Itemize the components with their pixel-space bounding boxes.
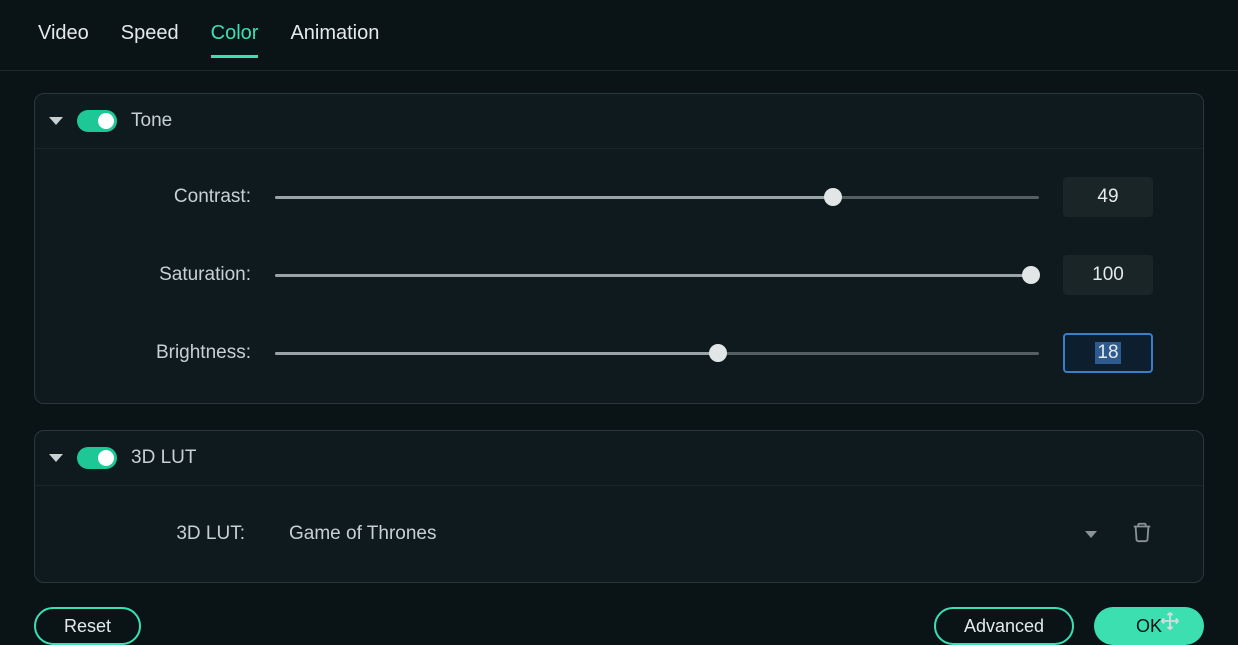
tone-body: Contrast: 49 Saturation: 100 Brightness:… [35,149,1203,403]
tone-header: Tone [35,94,1203,149]
lut-selected-value: Game of Thrones [289,523,437,545]
lut-toggle[interactable] [77,447,117,469]
tone-title: Tone [131,110,172,132]
contrast-thumb[interactable] [824,188,842,206]
tab-speed[interactable]: Speed [121,22,179,58]
saturation-thumb[interactable] [1022,266,1040,284]
chevron-down-icon [1085,531,1097,538]
lut-body: 3D LUT: Game of Thrones [35,486,1203,582]
brightness-thumb[interactable] [709,344,727,362]
brightness-value[interactable]: 18 [1063,333,1153,373]
footer: Reset Advanced OK [0,583,1238,645]
lut-title: 3D LUT [131,447,196,469]
ok-button[interactable]: OK [1094,607,1204,645]
saturation-value[interactable]: 100 [1063,255,1153,295]
lut-panel: 3D LUT 3D LUT: Game of Thrones [34,430,1204,583]
tone-panel: Tone Contrast: 49 Saturation: 100 Bright… [34,93,1204,404]
contrast-label: Contrast: [85,186,275,208]
tab-animation[interactable]: Animation [290,22,379,58]
saturation-label: Saturation: [85,264,275,286]
tab-video[interactable]: Video [38,22,89,58]
trash-icon[interactable] [1131,521,1153,548]
chevron-down-icon[interactable] [49,454,63,462]
lut-select[interactable]: Game of Thrones [275,514,1111,554]
brightness-row: Brightness: 18 [85,333,1153,373]
contrast-value[interactable]: 49 [1063,177,1153,217]
contrast-row: Contrast: 49 [85,177,1153,217]
chevron-down-icon[interactable] [49,117,63,125]
lut-header: 3D LUT [35,431,1203,486]
brightness-slider[interactable] [275,352,1039,355]
advanced-button[interactable]: Advanced [934,607,1074,645]
saturation-slider[interactable] [275,274,1039,277]
tab-bar: Video Speed Color Animation [0,0,1238,71]
reset-button[interactable]: Reset [34,607,141,645]
brightness-label: Brightness: [85,342,275,364]
move-cursor-icon [1160,611,1180,636]
tone-toggle[interactable] [77,110,117,132]
saturation-row: Saturation: 100 [85,255,1153,295]
contrast-slider[interactable] [275,196,1039,199]
tab-color[interactable]: Color [211,22,259,58]
lut-field-label: 3D LUT: [85,523,275,545]
